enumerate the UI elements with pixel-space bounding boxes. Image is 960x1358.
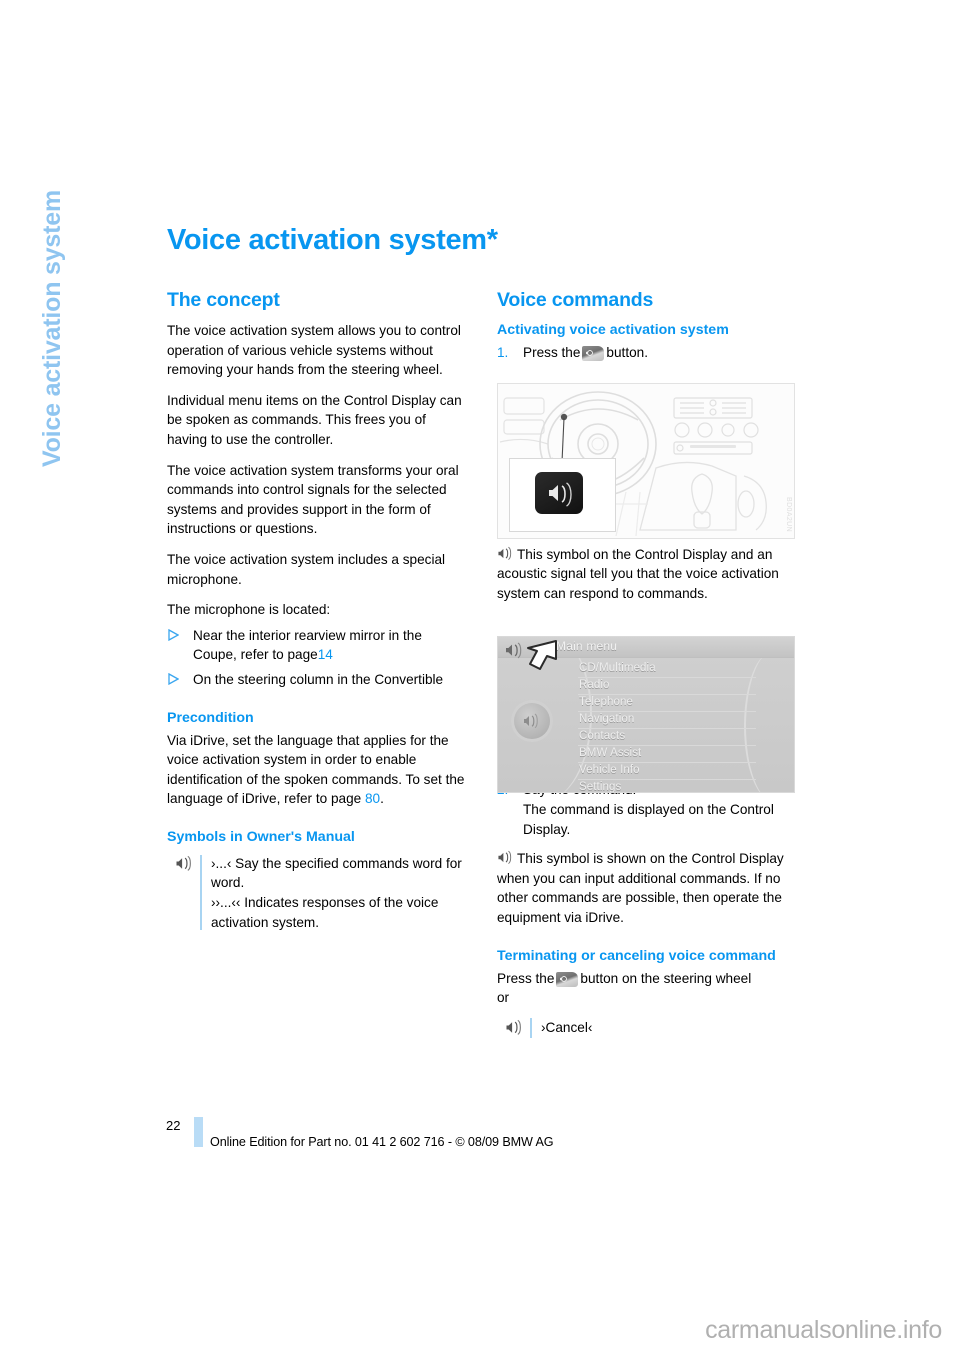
symbols-note-box: ›...‹ Say the specified commands word fo… xyxy=(167,854,467,932)
list-item: Near the interior rearview mirror in the… xyxy=(167,626,467,665)
menu-item[interactable]: Telephone xyxy=(578,694,756,711)
blue-rule-divider xyxy=(200,854,202,931)
footer-copyright-text: Online Edition for Part no. 01 41 2 602 … xyxy=(210,1135,554,1149)
microphone-location-list: Near the interior rearview mirror in the… xyxy=(167,626,467,690)
menu-item[interactable]: Contacts xyxy=(578,728,756,745)
menu-item[interactable]: CD/Multimedia xyxy=(578,661,756,677)
concept-paragraph-4: The voice activation system includes a s… xyxy=(167,551,446,587)
step-text-after: button. xyxy=(606,345,648,360)
cancel-command-text: ›Cancel‹ xyxy=(541,1019,593,1035)
manual-page: Voice activation system Voice activation… xyxy=(0,0,960,1358)
symbols-note-line-1: ›...‹ Say the specified commands word fo… xyxy=(211,855,462,891)
menu-item[interactable]: Vehicle Info xyxy=(578,762,756,779)
page-number: 22 xyxy=(166,1118,181,1133)
cursor-arrow-icon xyxy=(527,640,557,670)
step-text-before: Press the xyxy=(523,345,581,360)
subsection-heading-activating: Activating voice activation system xyxy=(497,322,729,338)
main-menu-list: CD/Multimedia Radio Telephone Navigation… xyxy=(578,661,756,792)
terminating-text-after: button on the steering wheel xyxy=(580,970,752,986)
page-reference-link[interactable]: 80 xyxy=(365,791,380,806)
note-text: This symbol on the Control Display and a… xyxy=(497,546,779,601)
step-text-line-2: The command is displayed on the Control … xyxy=(523,801,774,837)
footer-accent-bar xyxy=(194,1117,203,1147)
step-item-1: 1. Press the button. xyxy=(497,343,797,363)
controller-knob-graphic xyxy=(514,703,550,739)
list-item: On the steering column in the Convertibl… xyxy=(167,670,467,690)
idrive-main-menu-screen: Main menu CD/Multimedia Radio Telephone … xyxy=(498,637,794,792)
concept-paragraph-5: The microphone is located: xyxy=(167,602,331,618)
subsection-heading-symbols: Symbols in Owner's Manual xyxy=(167,828,355,845)
voice-symbol-icon xyxy=(498,850,512,865)
terminating-instruction: Press the button on the steering wheel xyxy=(497,969,797,989)
chapter-tab-label: Voice activation system xyxy=(38,190,66,468)
knob-voice-symbol-icon xyxy=(524,713,538,729)
subsection-heading-precondition: Precondition xyxy=(167,709,254,726)
section-heading-voice-commands: Voice commands xyxy=(497,289,654,311)
menu-item[interactable]: Radio xyxy=(578,677,756,694)
triangle-bullet-icon xyxy=(168,672,179,685)
menu-item[interactable]: Navigation xyxy=(578,711,756,728)
concept-paragraph-2: Individual menu items on the Control Dis… xyxy=(167,392,462,447)
activating-steps: 1. Press the button. xyxy=(497,343,797,363)
figure-code-label: BD0A2UN xyxy=(785,496,792,532)
triangle-bullet-icon xyxy=(168,628,179,641)
section-heading-the-concept: The concept xyxy=(167,289,280,311)
precondition-paragraph: Via iDrive, set the language that applie… xyxy=(167,731,467,809)
note-symbol-control-display-2: This symbol is shown on the Control Disp… xyxy=(497,849,797,927)
cancel-command-box: ›Cancel‹ xyxy=(497,1017,797,1040)
voice-activation-button-image xyxy=(535,472,583,514)
note-symbol-control-display-1: This symbol on the Control Display and a… xyxy=(497,545,797,604)
precondition-text: Via iDrive, set the language that applie… xyxy=(167,732,465,807)
voice-button-symbol-icon xyxy=(549,482,572,507)
step-number: 1. xyxy=(497,345,509,360)
voice-symbol-icon xyxy=(506,1019,521,1035)
subsection-heading-terminating: Terminating or canceling voice command xyxy=(497,947,776,964)
voice-symbol-icon xyxy=(176,855,191,871)
bullet-text: On the steering column in the Convertibl… xyxy=(193,671,444,687)
voice-button-glyph-icon xyxy=(556,971,579,987)
figure-cockpit-steering-wheel: BD0A2UN xyxy=(497,383,795,539)
page-title: Voice activation system* xyxy=(167,224,498,256)
menu-item[interactable]: Settings xyxy=(578,779,756,792)
voice-symbol-icon xyxy=(498,546,512,560)
concept-paragraph-1: The voice activation system allows you t… xyxy=(167,323,461,378)
terminating-text-before: Press the xyxy=(497,970,555,986)
symbols-note-line-2: ››...‹‹ Indicates responses of the voice… xyxy=(211,895,439,930)
terminating-or: or xyxy=(497,990,510,1006)
watermark-text: carmanualsonline.info xyxy=(705,1316,942,1344)
bullet-text: Near the interior rearview mirror in the… xyxy=(193,627,422,663)
concept-paragraph-3: The voice activation system transforms y… xyxy=(167,462,459,537)
figure-control-display-main-menu: Main menu CD/Multimedia Radio Telephone … xyxy=(497,636,795,793)
note-text: This symbol is shown on the Control Disp… xyxy=(497,851,784,925)
blue-rule-divider xyxy=(530,1017,532,1038)
left-column: The concept The voice activation system … xyxy=(167,289,467,932)
page-reference-link[interactable]: 14 xyxy=(318,647,333,662)
precondition-text-end: . xyxy=(380,791,384,807)
callout-voice-button xyxy=(509,458,616,532)
menu-item[interactable]: BMW Assist xyxy=(578,745,756,762)
voice-button-glyph-icon xyxy=(582,346,605,361)
